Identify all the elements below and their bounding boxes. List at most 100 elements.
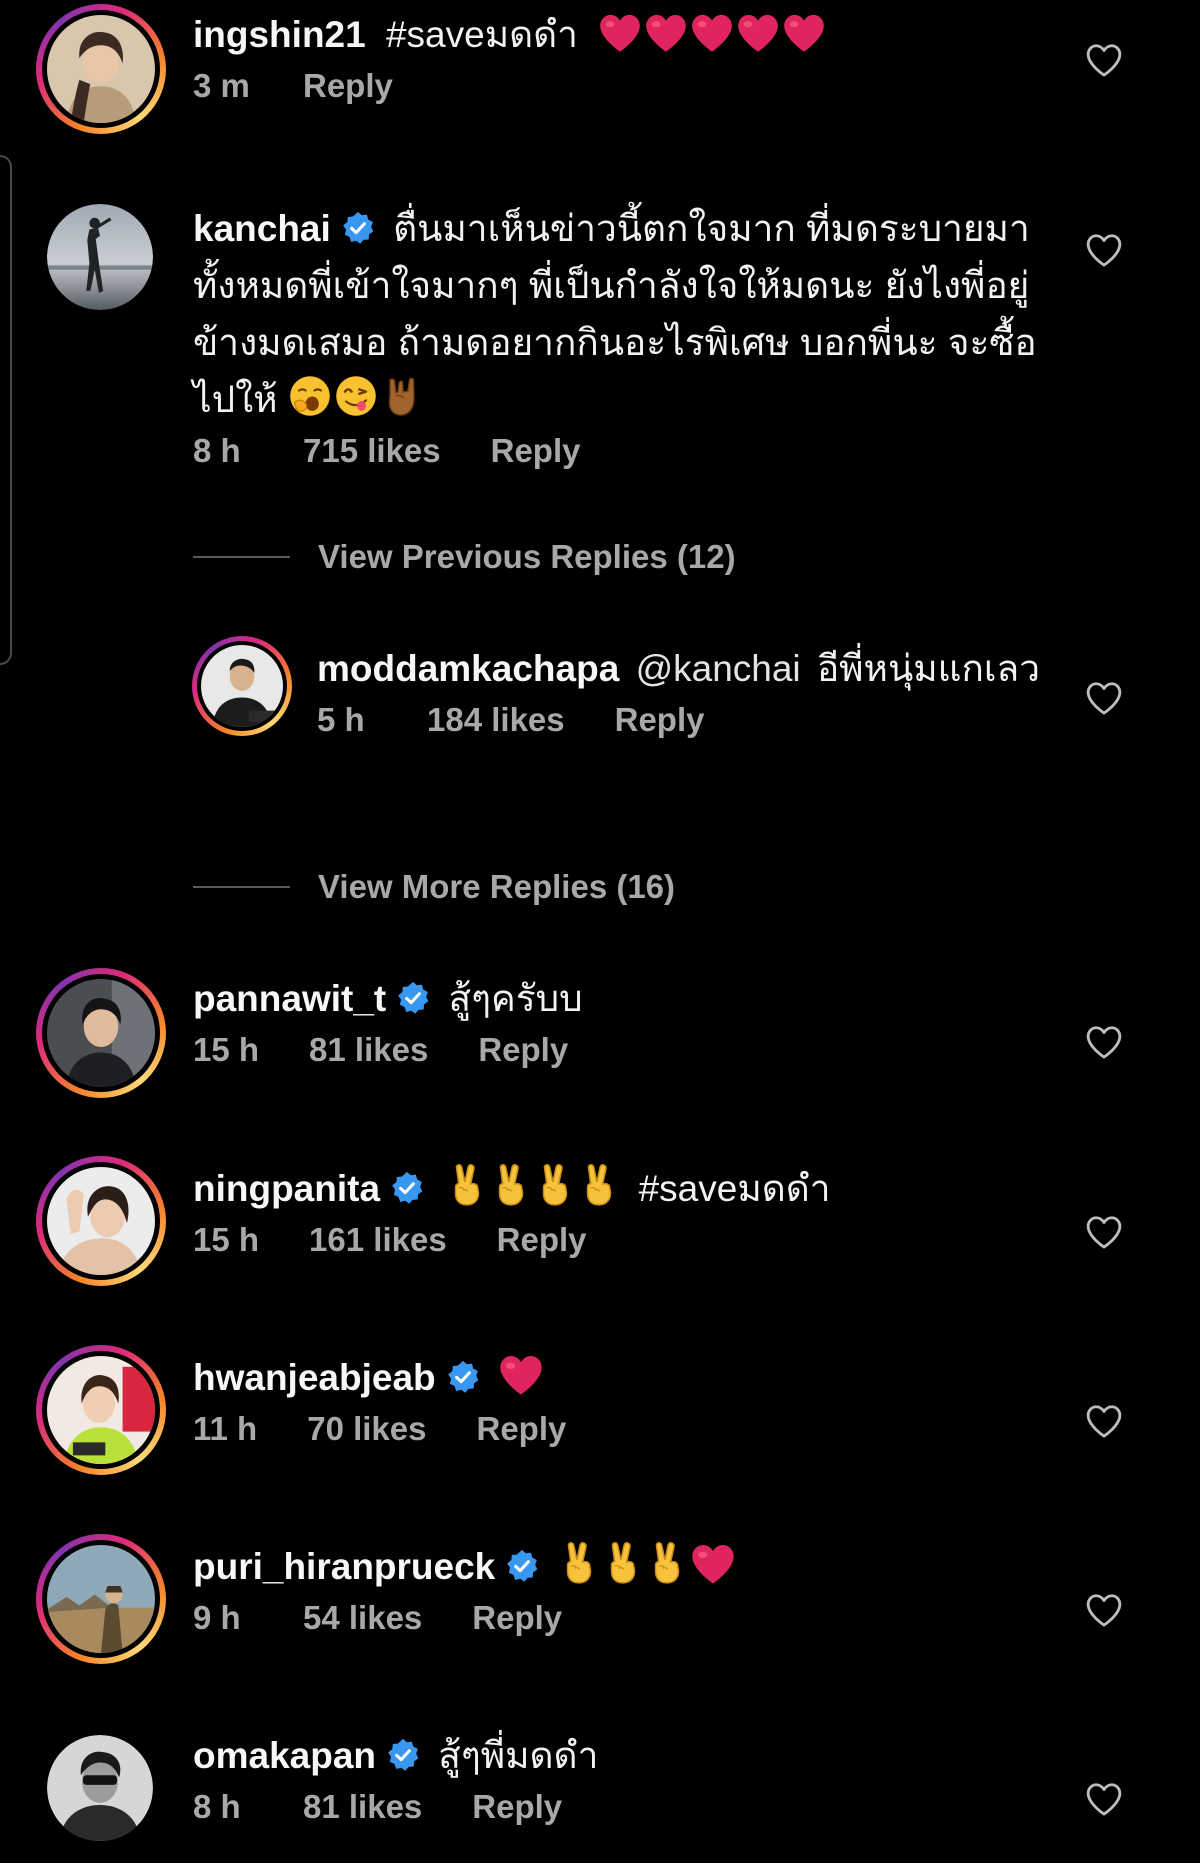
red-heart-emoji [598, 13, 642, 53]
like-heart-icon[interactable] [1085, 42, 1123, 78]
comment-likes[interactable]: 715 likes [303, 432, 441, 470]
comment-username[interactable]: ningpanita [193, 1168, 380, 1209]
verified-badge-icon [341, 211, 375, 245]
comment-meta: 8 h 715 likes Reply [193, 432, 1060, 470]
verified-badge-icon [390, 1171, 424, 1205]
reply-username[interactable]: moddamkachapa [317, 648, 619, 689]
comment-text: สู้ๆพี่มดดำ [438, 1735, 599, 1776]
avatar[interactable] [36, 1534, 166, 1664]
like-heart-icon[interactable] [1085, 1214, 1123, 1250]
user-photo-icon [47, 204, 153, 310]
reply-button[interactable]: Reply [478, 1031, 568, 1069]
avatar-ring [42, 10, 160, 128]
emoji-group [446, 1168, 632, 1209]
yawning-face-emoji [288, 374, 332, 418]
avatar-ring [42, 1351, 160, 1469]
user-photo-icon [47, 15, 155, 123]
comment-likes[interactable]: 54 likes [303, 1599, 422, 1637]
scroll-indicator[interactable] [0, 155, 12, 665]
victory-hand-emoji [534, 1161, 576, 1207]
reply-button[interactable]: Reply [303, 67, 393, 105]
comment-likes[interactable]: 81 likes [303, 1788, 422, 1826]
reply-meta: 5 h 184 likes Reply [317, 701, 1060, 739]
comment-likes[interactable]: 81 likes [309, 1031, 428, 1069]
red-heart-emoji [736, 13, 780, 53]
comment-text: #saveมดดำ [385, 14, 578, 55]
sign-of-horns-emoji [380, 374, 424, 418]
verified-badge-icon [505, 1549, 539, 1583]
comment-meta: 8 h 81 likes Reply [193, 1788, 1060, 1826]
avatar-ring [197, 641, 287, 731]
avatar-photo [47, 1735, 153, 1841]
avatar-photo [47, 15, 155, 123]
emoji-group [558, 1546, 738, 1587]
comment-likes[interactable]: 70 likes [307, 1410, 426, 1448]
divider-line [193, 556, 290, 558]
emoji-group [598, 14, 828, 55]
avatar-photo [47, 204, 153, 310]
avatar[interactable] [36, 1345, 166, 1475]
victory-hand-emoji [490, 1161, 532, 1207]
comment-username[interactable]: puri_hiranprueck [193, 1546, 495, 1587]
reply-mention[interactable]: @kanchai [636, 648, 801, 689]
like-heart-icon[interactable] [1085, 1592, 1123, 1628]
like-heart-icon[interactable] [1085, 1024, 1123, 1060]
comment-time: 8 h [193, 1788, 241, 1825]
comment-time: 3 m [193, 67, 250, 104]
like-heart-icon[interactable] [1085, 232, 1123, 268]
divider-line [193, 886, 290, 888]
reply-button[interactable]: Reply [497, 1221, 587, 1259]
comment-meta: 11 h 70 likes Reply [193, 1410, 1060, 1448]
like-heart-icon[interactable] [1085, 1403, 1123, 1439]
like-heart-icon[interactable] [1085, 680, 1123, 716]
reply-button[interactable]: Reply [477, 1410, 567, 1448]
comment-meta: 9 h 54 likes Reply [193, 1599, 1060, 1637]
avatar-photo [47, 979, 155, 1087]
user-photo-icon [47, 1356, 155, 1464]
avatar[interactable] [47, 204, 153, 310]
user-photo-icon [47, 979, 155, 1087]
red-heart-emoji [690, 13, 734, 53]
user-photo-icon [201, 645, 283, 727]
comment-meta: 3 m Reply [193, 67, 1060, 105]
avatar[interactable] [192, 636, 292, 736]
avatar[interactable] [47, 1735, 153, 1841]
avatar[interactable] [36, 4, 166, 134]
like-heart-icon[interactable] [1085, 1781, 1123, 1817]
comment-meta: 15 h 81 likes Reply [193, 1031, 1060, 1069]
avatar[interactable] [36, 1156, 166, 1286]
user-photo-icon [47, 1735, 153, 1841]
comment-time: 11 h [193, 1410, 258, 1447]
reply-button[interactable]: Reply [472, 1599, 562, 1637]
comment-username[interactable]: hwanjeabjeab [193, 1357, 436, 1398]
victory-hand-emoji [578, 1161, 620, 1207]
avatar-photo [201, 645, 283, 727]
victory-hand-emoji [558, 1539, 600, 1585]
comment-username[interactable]: omakapan [193, 1735, 376, 1776]
savoring-food-face-emoji [334, 374, 378, 418]
view-previous-replies-button[interactable]: View Previous Replies (12) [193, 538, 736, 576]
avatar-ring [42, 1540, 160, 1658]
comment-username[interactable]: ingshin21 [193, 14, 366, 55]
red-heart-emoji [782, 13, 826, 53]
avatar-photo [47, 1545, 155, 1653]
comment-username[interactable]: pannawit_t [193, 978, 386, 1019]
comment-username[interactable]: kanchai [193, 208, 331, 249]
comment-time: 8 h [193, 432, 241, 469]
avatar-ring [42, 1162, 160, 1280]
reply-button[interactable]: Reply [615, 701, 705, 739]
reply-button[interactable]: Reply [472, 1788, 562, 1826]
view-more-replies-button[interactable]: View More Replies (16) [193, 868, 675, 906]
user-photo-icon [47, 1545, 155, 1653]
comment-time: 15 h [193, 1031, 260, 1068]
red-heart-emoji [690, 1543, 736, 1585]
user-photo-icon [47, 1167, 155, 1275]
red-heart-emoji [644, 13, 688, 53]
victory-hand-emoji [446, 1161, 488, 1207]
avatar-photo [47, 1167, 155, 1275]
reply-button[interactable]: Reply [491, 432, 581, 470]
comment-likes[interactable]: 161 likes [309, 1221, 447, 1259]
avatar[interactable] [36, 968, 166, 1098]
avatar-photo [47, 1356, 155, 1464]
reply-likes[interactable]: 184 likes [427, 701, 565, 739]
